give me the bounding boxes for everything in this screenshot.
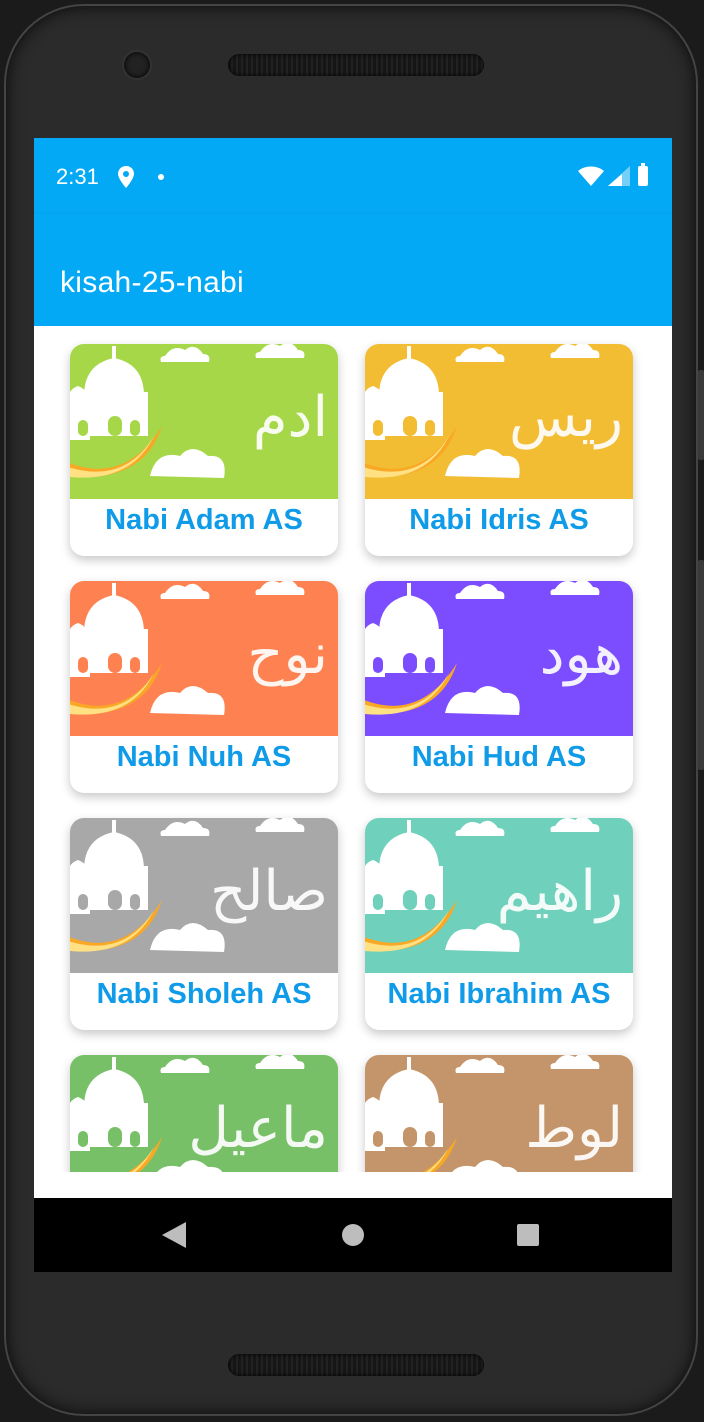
arabic-name: نوح [247, 622, 328, 687]
prophet-name-label: Nabi Nuh AS [116, 741, 292, 773]
top-speaker [228, 54, 484, 76]
nav-home-icon[interactable] [342, 1224, 364, 1246]
status-bar: 2:31 [34, 138, 672, 214]
prophet-card[interactable]: ادم Nabi Adam AS [70, 344, 338, 556]
prophet-card[interactable]: لوطNabi Luth AS [365, 1055, 633, 1172]
wifi-icon [578, 166, 604, 186]
navigation-bar [34, 1198, 672, 1272]
volume-button [698, 560, 704, 770]
app-bar: kisah-25-nabi [34, 214, 672, 326]
arabic-name: راهيم [497, 859, 623, 924]
front-camera [124, 52, 150, 78]
battery-icon [638, 163, 648, 186]
arabic-name: لوط [525, 1096, 623, 1161]
prophet-card[interactable]: نوح Nabi Nuh AS [70, 581, 338, 793]
prophet-banner-image: هود [365, 581, 633, 736]
prophet-name-label: Nabi Hud AS [411, 741, 587, 773]
prophet-banner-image: ماعيل [70, 1055, 338, 1172]
prophet-banner-image: راهيم [365, 818, 633, 973]
prophet-grid-scroll[interactable]: ادم Nabi Adam AS ريس Nabi Idris AS نوح Nabi N… [34, 326, 672, 1172]
prophet-card[interactable]: راهيم Nabi Ibrahim AS [365, 818, 633, 1030]
prophet-card[interactable]: ريس Nabi Idris AS [365, 344, 633, 556]
prophet-banner-image: صالح [70, 818, 338, 973]
device-screen: 2:31 kisah-25-nabi ادم Nabi Adam AS ريس Nab… [34, 138, 672, 1272]
cell-signal-icon [608, 166, 630, 186]
arabic-name: ريس [509, 385, 623, 450]
nav-back-icon[interactable] [162, 1222, 186, 1248]
prophet-banner-image: ادم [70, 344, 338, 499]
arabic-name: ادم [253, 385, 328, 450]
prophet-name-label: Nabi Adam AS [105, 504, 303, 536]
location-pin-icon [118, 166, 134, 188]
prophet-name-label: Nabi Sholeh AS [96, 978, 312, 1010]
prophet-banner-image: ريس [365, 344, 633, 499]
app-title: kisah-25-nabi [60, 266, 245, 299]
notification-dot [158, 174, 164, 180]
prophet-card[interactable]: هود Nabi Hud AS [365, 581, 633, 793]
bottom-speaker [228, 1354, 484, 1376]
arabic-name: هود [540, 622, 623, 687]
nav-recents-icon[interactable] [517, 1224, 539, 1246]
prophet-banner-image: لوط [365, 1055, 633, 1172]
prophet-banner-image: نوح [70, 581, 338, 736]
power-button [698, 370, 704, 460]
status-time: 2:31 [56, 164, 99, 189]
prophet-card[interactable]: صالح Nabi Sholeh AS [70, 818, 338, 1030]
prophet-name-label: Nabi Ibrahim AS [387, 978, 611, 1010]
prophet-name-label: Nabi Idris AS [409, 504, 589, 536]
prophet-card[interactable]: ماعيلNabi Ismail AS [70, 1055, 338, 1172]
arabic-name: صالح [210, 859, 328, 924]
arabic-name: ماعيل [188, 1096, 328, 1161]
